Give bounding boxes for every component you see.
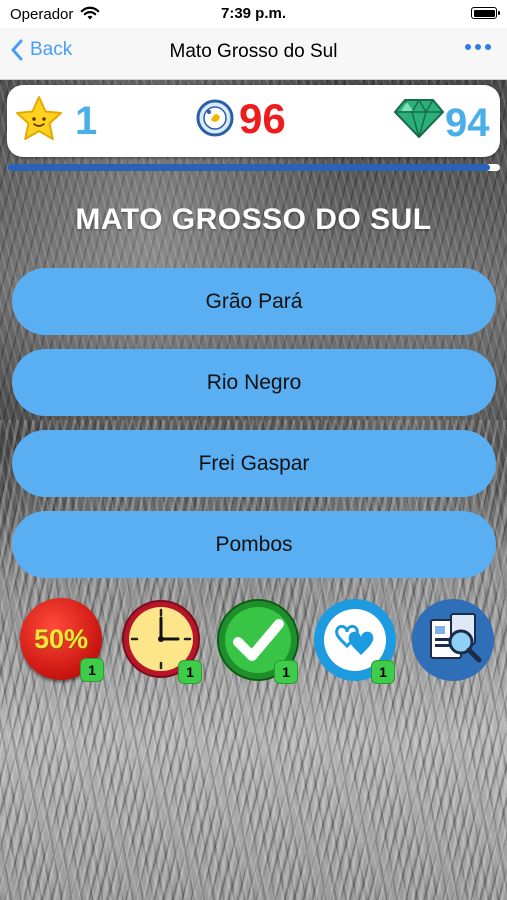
progress-fill: [7, 164, 491, 171]
fifty-fifty-count-badge: 1: [80, 658, 104, 682]
more-dot-icon: [485, 44, 491, 50]
stars-count: 1: [75, 99, 98, 143]
extra-life-button[interactable]: 1: [313, 598, 397, 684]
answer-option-2[interactable]: Rio Negro: [12, 349, 496, 416]
hint-button[interactable]: [411, 598, 495, 682]
correct-answer-count-badge: 1: [274, 660, 298, 684]
more-dot-icon: [465, 44, 471, 50]
extra-time-count-badge: 1: [178, 660, 202, 684]
status-time: 7:39 p.m.: [220, 5, 287, 22]
score-bar: 1 96 94: [7, 85, 500, 157]
status-bar: Operador 7:39 p.m.: [0, 0, 507, 28]
progress-bar: [7, 164, 500, 171]
more-dot-icon: [475, 44, 481, 50]
page-title: Mato Grosso do Sul: [169, 41, 338, 62]
fifty-fifty-button[interactable]: 50% 1: [20, 598, 104, 682]
gems-count: 94: [445, 101, 490, 145]
more-options-button[interactable]: [465, 44, 491, 50]
screen: Operador 7:39 p.m. Back Mato Grosso do S…: [0, 0, 507, 900]
navigation-bar: Back Mato Grosso do Sul: [0, 28, 507, 80]
question-text: MATO GROSSO DO SUL: [75, 203, 432, 236]
coins-count: 96: [239, 95, 286, 142]
coin-icon: [196, 99, 234, 137]
answer-option-3[interactable]: Frei Gaspar: [12, 430, 496, 497]
answer-list: Grão Pará Rio Negro Frei Gaspar Pombos: [12, 268, 496, 592]
search-document-icon: [412, 599, 494, 681]
extra-life-count-badge: 1: [371, 660, 395, 684]
correct-answer-button[interactable]: 1: [216, 598, 300, 684]
battery-icon: [471, 7, 500, 19]
gem-icon: [394, 98, 444, 138]
star-icon: [16, 96, 62, 140]
extra-time-button[interactable]: 1: [120, 598, 204, 684]
answer-option-1[interactable]: Grão Pará: [12, 268, 496, 335]
answer-option-4[interactable]: Pombos: [12, 511, 496, 578]
